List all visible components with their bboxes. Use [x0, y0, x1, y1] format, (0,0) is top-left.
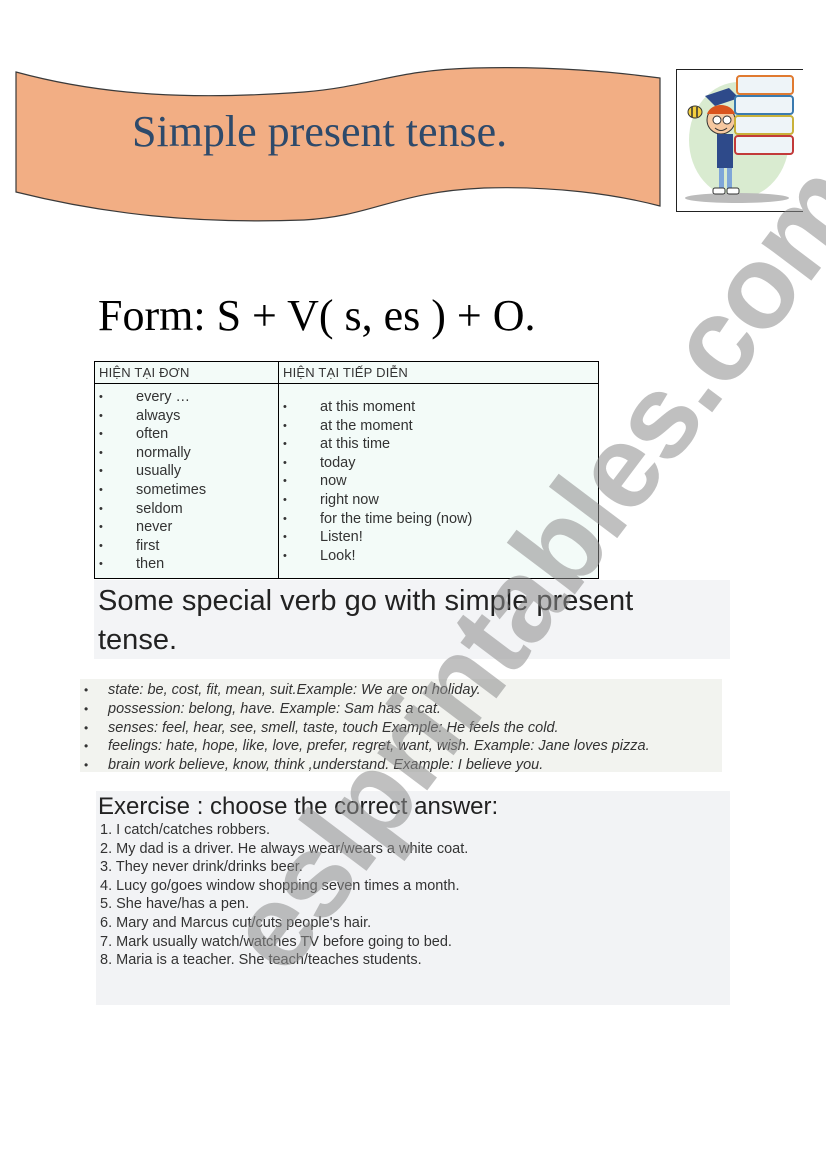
exercise-item: 6. Mary and Marcus cut/cuts people's hai… — [100, 914, 372, 931]
bullet-icon: • — [283, 512, 287, 525]
list-item: • at this moment — [283, 399, 416, 415]
list-item: • normally — [99, 444, 191, 461]
list-item: • today — [283, 454, 356, 471]
list-item: • state: be, cost, fit, mean, suit.Exampl… — [84, 682, 481, 698]
special-verbs-list: • state: be, cost, fit, mean, suit.Exampl… — [80, 679, 722, 775]
simple-present-signal-list: • every … • always • often • normally • usual… — [95, 384, 278, 574]
bullet-icon: • — [99, 391, 103, 403]
list-item: • brain work believe, know, think ,unders… — [84, 757, 544, 774]
special-verbs-box: • state: be, cost, fit, mean, suit.Exampl… — [80, 679, 722, 775]
bullet-icon: • — [99, 502, 103, 515]
bullet-icon: • — [99, 539, 103, 552]
exercise-list: 1. I catch/catches robbers. 2. My dad is… — [100, 821, 468, 970]
tense-table: HIỆN TẠI ĐƠN • every … • always • often • no… — [94, 361, 599, 579]
bullet-icon: • — [99, 428, 103, 441]
title-banner: Simple present tense. — [14, 66, 664, 226]
exercise-item: 1. I catch/catches robbers. — [100, 822, 271, 838]
list-item: • now — [283, 473, 347, 490]
special-verbs-title: Some special verb go with simple present… — [98, 585, 634, 656]
list-item: • at the moment — [283, 417, 413, 434]
exercise-item: 8. Maria is a teacher. She teach/teaches… — [100, 952, 422, 969]
bullet-icon: • — [99, 558, 103, 571]
list-item: • often — [99, 426, 169, 443]
exercise-item: 2. My dad is a driver. He always wear/we… — [100, 840, 469, 857]
list-item: • right now — [283, 491, 379, 508]
list-item: • never — [99, 519, 173, 536]
special-verbs-heading-box: Some special verb go with simple present… — [94, 580, 730, 659]
list-item: • Look! — [283, 547, 356, 564]
bullet-icon: • — [99, 409, 103, 422]
exercise-title: Exercise : choose the correct answer: — [98, 793, 499, 820]
list-item: • seldom — [99, 500, 183, 517]
bullet-icon: • — [84, 683, 89, 697]
bullet-icon: • — [283, 438, 287, 451]
present-continuous-signal-list: • at this moment • at the moment • at this … — [279, 384, 598, 565]
bullet-icon: • — [84, 701, 89, 716]
list-item: • Listen! — [283, 529, 363, 546]
bullet-icon: • — [84, 758, 89, 773]
exercise-item: 3. They never drink/drinks beer. — [100, 859, 303, 876]
column-header: HIỆN TẠI ĐƠN — [95, 362, 278, 384]
bullet-icon: • — [283, 419, 287, 432]
bullet-icon: • — [99, 483, 103, 496]
list-item: • possession: belong, have. Example: Sam … — [84, 700, 441, 717]
bullet-icon: • — [283, 401, 287, 413]
bullet-icon: • — [283, 456, 287, 469]
bullet-icon: • — [84, 720, 89, 735]
list-item: • then — [99, 556, 165, 573]
list-item: • first — [99, 537, 160, 554]
list-item: • sometimes — [99, 481, 207, 498]
bullet-icon: • — [99, 465, 103, 478]
bullet-icon: • — [283, 493, 287, 506]
student-with-books-icon — [685, 75, 794, 203]
form-formula: Form: S + V( s, es ) + O. — [98, 291, 536, 340]
bullet-icon: • — [283, 475, 287, 488]
column-header: HIỆN TẠI TIẾP DIỄN — [279, 362, 598, 384]
list-item: • feelings: hate, hope, like, love, prefe… — [84, 738, 650, 755]
bullet-icon: • — [84, 739, 89, 754]
bullet-icon: • — [283, 531, 287, 544]
list-item: • every … — [99, 389, 190, 405]
bullet-icon: • — [283, 549, 287, 562]
bullet-icon: • — [99, 521, 103, 534]
simple-present-column: HIỆN TẠI ĐƠN • every … • always • often • no… — [95, 362, 279, 578]
list-item: • always — [99, 407, 181, 424]
page-title: Simple present tense. — [132, 107, 508, 156]
bullet-icon: • — [99, 446, 103, 459]
student-books-illustration — [676, 69, 803, 212]
list-item: • for the time being (now) — [283, 510, 473, 527]
exercise-item: 5. She have/has a pen. — [100, 896, 250, 913]
list-item: • usually — [99, 463, 182, 480]
exercise-item: 7. Mark usually watch/watches TV before … — [100, 933, 452, 950]
list-item: • senses: feel, hear, see, smell, taste, … — [84, 719, 559, 736]
exercise-item: 4. Lucy go/goes window shopping seven ti… — [100, 877, 460, 894]
present-continuous-column: HIỆN TẠI TIẾP DIỄN • at this moment • at t… — [279, 362, 598, 578]
exercise-box: Exercise : choose the correct answer: 1.… — [96, 791, 730, 1005]
list-item: • at this time — [283, 436, 391, 453]
